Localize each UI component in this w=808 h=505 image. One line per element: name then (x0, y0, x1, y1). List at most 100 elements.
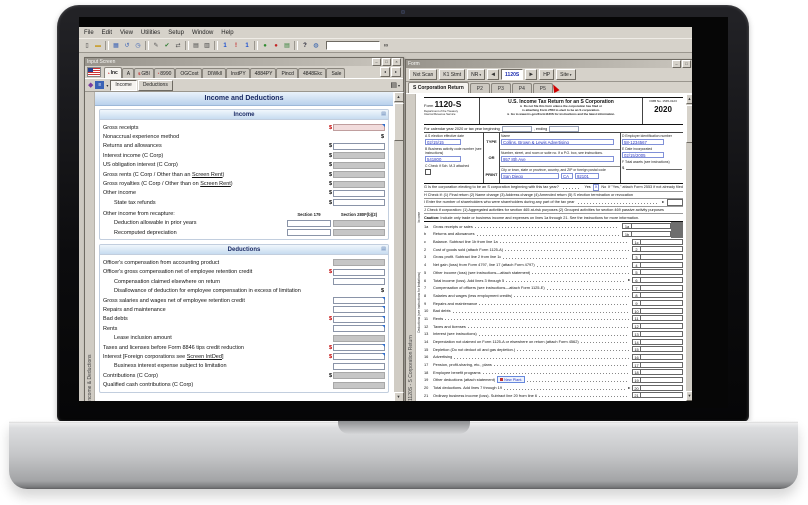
next-scan-button[interactable]: Nxt Scan (409, 69, 437, 80)
amount-cell[interactable] (641, 323, 683, 329)
amount-cell[interactable] (641, 285, 683, 291)
amount-input[interactable] (333, 344, 385, 351)
menu-item[interactable]: Setup (168, 30, 184, 36)
separator[interactable] (185, 41, 189, 50)
hp-button[interactable]: HP (539, 69, 554, 80)
alert-icon[interactable]: ! (231, 41, 241, 51)
form-sidebar[interactable]: 1120S - S Corporation Return (406, 94, 416, 401)
amount-input[interactable] (333, 269, 385, 276)
field-view-1-icon[interactable]: 1 (220, 41, 230, 51)
amount-cell[interactable] (641, 362, 683, 368)
minimize-button[interactable]: – (672, 60, 681, 68)
screen-tab[interactable]: *Inc (104, 67, 122, 78)
section-menu-icon[interactable]: ▤ (381, 246, 386, 252)
menu-item[interactable]: File (84, 30, 94, 36)
amount-cell[interactable] (641, 315, 683, 321)
amount-cell[interactable] (641, 331, 683, 337)
amount-input[interactable] (333, 124, 385, 131)
page-tab[interactable]: P2 (470, 83, 490, 93)
scroll-down-button[interactable]: ▼ (394, 392, 404, 401)
screen-tab[interactable]: InstPY (226, 68, 250, 78)
web-icon[interactable]: ◍ (311, 41, 321, 51)
amount-cell[interactable] (641, 369, 683, 375)
nr-dropdown[interactable]: NR (467, 69, 485, 80)
amount-cell[interactable] (641, 339, 683, 345)
screen-tab[interactable]: 4848Ekc (298, 68, 326, 78)
check-icon[interactable]: ✔ (162, 41, 172, 51)
print-preview-icon[interactable]: ▥ (202, 41, 212, 51)
amount-cell[interactable] (641, 300, 683, 306)
maximize-button[interactable]: □ (382, 58, 391, 66)
scroll-down-button[interactable]: ▼ (686, 391, 693, 401)
amount-input[interactable] (333, 372, 385, 379)
separator[interactable] (254, 41, 258, 50)
undo-icon[interactable]: ↺ (122, 41, 132, 51)
amount-cell[interactable] (641, 262, 683, 268)
printer-icon[interactable]: ▤ (390, 81, 397, 90)
amount-input[interactable] (333, 162, 385, 169)
k1-statement-button[interactable]: K1 Stmt (439, 69, 465, 80)
street-field[interactable]: 957 8th Ave (501, 156, 614, 162)
section-menu-icon[interactable]: ▤ (381, 111, 386, 117)
form-scrollbar[interactable]: ▲ ▼ (685, 94, 692, 401)
pen-icon[interactable]: ✎ (151, 41, 161, 51)
screen-tab[interactable]: OGCost (175, 68, 202, 78)
section-subtab[interactable]: Deductions (138, 80, 173, 91)
section-280f-input[interactable] (333, 220, 385, 227)
statement-note[interactable]: New Plant. (497, 376, 525, 383)
prev-form-arrow[interactable]: ◄ (487, 69, 499, 80)
form-tab-s-corporation-return[interactable]: S Corporation Return (408, 82, 469, 93)
amount-input[interactable] (333, 190, 385, 197)
zip-field[interactable]: 92101 (575, 173, 599, 179)
amount-input[interactable] (333, 143, 385, 150)
date-incorporated-field[interactable]: 02/15/2005 (622, 152, 664, 158)
menu-item[interactable]: Edit (102, 30, 112, 36)
field-view-2-icon[interactable]: 1 (242, 41, 252, 51)
amount-cell[interactable] (641, 254, 683, 260)
screen-link[interactable]: Screen IntDed (187, 354, 222, 360)
page-tab[interactable]: P5 (533, 83, 553, 93)
name-field[interactable]: Collins, Brown & Lewis Advertising (501, 139, 614, 145)
scroll-up-button[interactable]: ▲ (686, 94, 693, 104)
amount-input[interactable] (333, 152, 385, 159)
folder-view-icon[interactable]: ≡ (95, 81, 104, 89)
folder-sidebar[interactable]: Income & Deductions (85, 92, 95, 401)
amount-cell[interactable] (641, 269, 683, 275)
amount-input[interactable] (333, 306, 385, 313)
activity-code-field[interactable]: 541800 (425, 156, 461, 162)
page-tab[interactable]: P4 (512, 83, 532, 93)
arrows-icon[interactable]: ⇄ (173, 41, 183, 51)
menu-item[interactable]: Help (221, 30, 233, 36)
minimize-button[interactable]: – (372, 58, 381, 66)
amount-cell[interactable] (641, 385, 683, 391)
amount-input[interactable] (333, 259, 385, 266)
save-icon[interactable]: ▦ (111, 41, 121, 51)
open-folder-icon[interactable]: ▬ (93, 41, 103, 51)
chevron-down-icon[interactable]: ▾ (398, 83, 400, 88)
amount-input[interactable] (333, 278, 385, 285)
scroll-thumb[interactable] (394, 103, 404, 141)
amount-cell[interactable] (631, 231, 671, 237)
screen-link[interactable]: Screen Rent (192, 172, 223, 178)
menu-item[interactable]: View (120, 30, 133, 36)
state-field[interactable]: CA (561, 173, 573, 179)
separator[interactable] (294, 41, 298, 50)
s-election-date-field[interactable]: 02/15/15 (425, 139, 461, 145)
m3-checkbox[interactable] (425, 169, 431, 175)
input-window-titlebar[interactable]: Input Screen – □ × (85, 58, 403, 66)
city-field[interactable]: San Diego (501, 173, 559, 179)
binoculars-icon[interactable]: ∞ (381, 41, 391, 51)
page-tab[interactable]: P3 (491, 83, 511, 93)
amount-cell[interactable] (641, 277, 683, 283)
total-assets-field[interactable] (626, 164, 682, 170)
amount-cell[interactable] (641, 246, 683, 252)
separator[interactable] (105, 41, 109, 50)
amount-input[interactable] (333, 199, 385, 206)
scroll-thumb[interactable] (686, 105, 693, 143)
ein-field[interactable]: 58-1234567 (622, 139, 664, 145)
close-button[interactable]: × (392, 58, 401, 66)
help-icon[interactable]: ? (300, 41, 310, 51)
amount-input[interactable] (333, 297, 385, 304)
amount-input[interactable] (333, 316, 385, 323)
vertical-scrollbar[interactable]: ▲ ▼ (393, 92, 403, 401)
